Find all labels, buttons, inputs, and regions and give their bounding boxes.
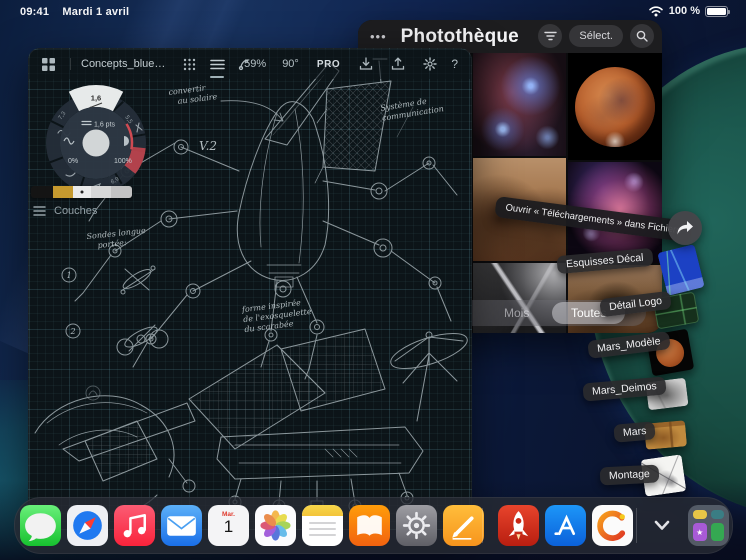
palette-color-lightgray[interactable]	[91, 186, 111, 198]
chevron-down-icon	[654, 520, 670, 530]
rotation-value[interactable]: 90°	[276, 58, 305, 70]
share-arrow-icon	[677, 221, 693, 235]
palette-color-gold[interactable]	[53, 186, 73, 198]
dock-divider	[636, 508, 637, 543]
battery-icon	[705, 5, 730, 17]
dock-mail-icon[interactable]	[161, 505, 202, 546]
color-palette[interactable]	[31, 186, 132, 198]
gallery-icon[interactable]	[37, 53, 59, 75]
dock: Mar. 1 ★	[14, 497, 733, 554]
share-button[interactable]	[668, 211, 702, 245]
hamburger-icon	[33, 206, 46, 216]
stroke-width-label: 1,6 pts	[94, 122, 116, 129]
app-library-mini-green	[710, 523, 724, 541]
search-icon[interactable]	[630, 24, 654, 48]
filter-icon[interactable]	[538, 24, 563, 48]
concepts-window: 1 2 convertir au solaire Système de comm…	[28, 48, 472, 530]
dock-calendar-icon[interactable]: Mar. 1	[208, 505, 249, 546]
ipad-screen: ••• Photothèque Sélect. Mois Toutes 1 2 …	[0, 0, 746, 560]
help-button[interactable]: ?	[448, 57, 465, 71]
wifi-icon	[648, 6, 663, 17]
dock-safari-icon[interactable]	[67, 505, 108, 546]
smoothing-value: 0%	[68, 158, 78, 165]
dock-photos-icon[interactable]	[255, 505, 296, 546]
dock-notes-icon[interactable]	[302, 505, 343, 546]
active-tool-size: 1,6	[91, 94, 101, 103]
dock-rocket-app-icon[interactable]	[498, 505, 539, 546]
photo-thumbnail[interactable]	[568, 53, 662, 160]
status-date: Mardi 1 avril	[62, 6, 130, 18]
dock-pages-icon[interactable]	[443, 505, 484, 546]
layers-tool-icon[interactable]	[206, 53, 228, 78]
zoom-level[interactable]: 59%	[238, 58, 272, 70]
export-icon[interactable]	[387, 53, 409, 75]
drag-item-label[interactable]: Mars	[613, 421, 657, 443]
palette-color-white-selected[interactable]	[73, 186, 91, 198]
pro-badge[interactable]: PRO	[309, 59, 348, 70]
layers-label: Couches	[54, 205, 98, 217]
dock-messages-icon[interactable]	[20, 505, 61, 546]
dock-settings-icon[interactable]	[396, 505, 437, 546]
window-options-button[interactable]: •••	[370, 29, 387, 44]
precision-grid-icon[interactable]	[178, 53, 200, 75]
photo-thumbnail[interactable]	[473, 53, 566, 156]
clock: 09:41	[20, 6, 50, 18]
photos-title: Photothèque	[400, 25, 519, 47]
app-library-mini-yellow	[693, 510, 707, 519]
probe-number-1: 1	[67, 271, 72, 280]
tool-wheel[interactable]: 1,6 7,3 5,5 6,9 1,6 pts 0% 100%	[36, 83, 156, 203]
dock-concepts-icon[interactable]	[592, 505, 633, 546]
palette-color-black[interactable]	[31, 186, 53, 198]
calendar-day: 1	[223, 517, 234, 536]
drag-item-label[interactable]: Montage	[599, 464, 660, 486]
app-library-mini-purple: ★	[693, 523, 707, 541]
app-library-mini-teal	[710, 510, 724, 519]
dock-divider	[482, 508, 483, 543]
import-icon[interactable]	[355, 53, 377, 75]
layers-panel-toggle[interactable]: Couches	[33, 205, 97, 217]
annotation-version: V.2	[199, 139, 218, 153]
select-button[interactable]: Sélect.	[569, 25, 623, 47]
settings-gear-icon[interactable]	[419, 53, 441, 75]
dock-app-library-icon[interactable]: ★	[688, 505, 729, 546]
probe-number-2: 2	[70, 327, 76, 336]
document-title[interactable]: Concepts_blue…	[70, 58, 165, 70]
battery-percent: 100 %	[668, 5, 700, 17]
concepts-toolbar: Concepts_blue… 59% 90° PRO ?	[29, 49, 471, 79]
status-bar: 09:41 Mardi 1 avril 100 %	[0, 0, 746, 24]
dock-books-icon[interactable]	[349, 505, 390, 546]
tab-mois[interactable]: Mois	[504, 306, 529, 320]
dock-music-icon[interactable]	[114, 505, 155, 546]
palette-color-gray[interactable]	[111, 186, 132, 198]
dock-collapse-chevron[interactable]	[648, 511, 676, 539]
opacity-value: 100%	[114, 158, 132, 165]
dock-app-store-icon[interactable]	[545, 505, 586, 546]
